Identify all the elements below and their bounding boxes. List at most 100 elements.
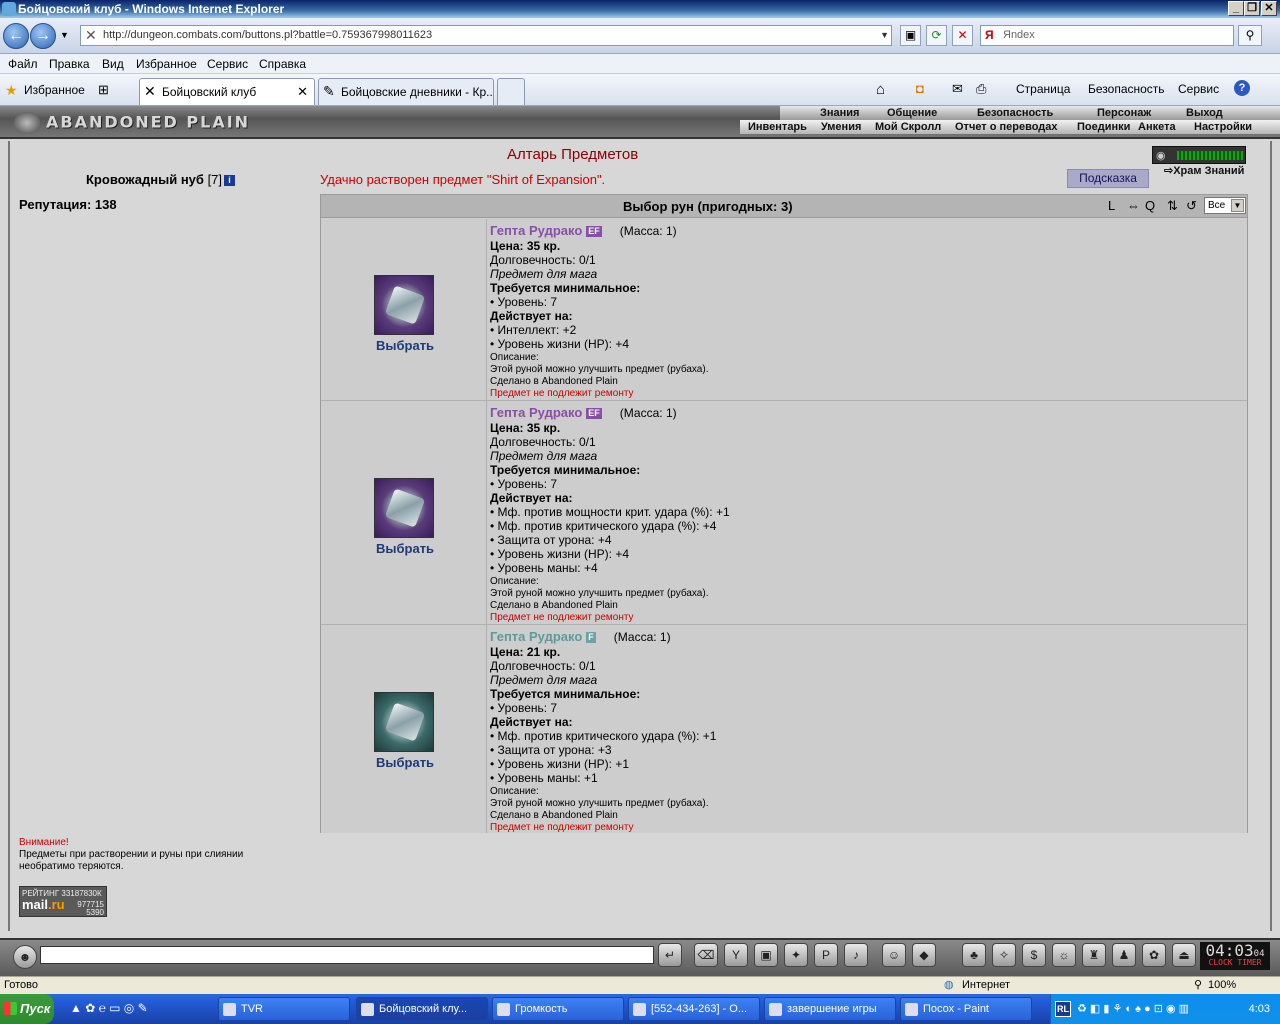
menu-favorites[interactable]: Избранное xyxy=(136,57,197,71)
send-icon[interactable]: ↵ xyxy=(658,943,682,967)
filter-icon[interactable]: Y xyxy=(724,943,748,967)
taskbar-item-combats[interactable]: Бойцовский клу... xyxy=(356,997,488,1021)
nav-inventory[interactable]: Инвентарь xyxy=(748,121,807,133)
search-input[interactable]: Я Яndex xyxy=(980,25,1234,46)
item-name[interactable]: Гепта Рудрако xyxy=(490,405,582,420)
translit-icon[interactable]: P xyxy=(814,943,838,967)
money-icon[interactable]: $ xyxy=(1022,943,1046,967)
search-button[interactable]: Q xyxy=(1145,198,1155,213)
history-dropdown-icon[interactable]: ▼ xyxy=(60,30,69,40)
zoom-icon[interactable]: ⚲ xyxy=(1194,977,1202,994)
nav-security[interactable]: Безопасность xyxy=(977,107,1053,119)
taskbar-item-paint[interactable]: Посох - Paint xyxy=(900,997,1032,1021)
filter-select[interactable]: Все ▼ xyxy=(1204,197,1246,214)
menu-help[interactable]: Справка xyxy=(259,57,306,71)
rune-image[interactable] xyxy=(374,692,434,752)
start-button[interactable]: Пуск xyxy=(0,994,54,1024)
nav-exit[interactable]: Выход xyxy=(1186,107,1223,119)
favorites-button[interactable]: Избранное xyxy=(24,83,85,97)
rune-image[interactable] xyxy=(374,275,434,335)
smiley-icon[interactable]: ☺ xyxy=(882,943,906,967)
url-field[interactable]: ✕ http://dungeon.combats.com/buttons.pl?… xyxy=(80,25,892,46)
select-link[interactable]: Выбрать xyxy=(376,755,434,770)
nav-social[interactable]: Общение xyxy=(887,107,937,119)
sound-icon[interactable]: ♪ xyxy=(844,943,868,967)
eraser-icon[interactable]: ⌫ xyxy=(694,943,718,967)
flower-icon[interactable]: ✿ xyxy=(1142,943,1166,967)
safety-menu[interactable]: Безопасность xyxy=(1088,82,1165,96)
mail-icon[interactable]: ✉ xyxy=(952,81,963,97)
home-icon[interactable]: ⌂ xyxy=(876,81,885,98)
taskbar-item-chat[interactable]: [552-434-263] - О... xyxy=(628,997,760,1021)
chat-input[interactable] xyxy=(40,946,654,964)
magic-icon[interactable]: ✧ xyxy=(992,943,1016,967)
item-name[interactable]: Гепта Рудрако xyxy=(490,629,582,644)
quicklaunch-icons[interactable]: ▲ ✿ ℮ ▭ ◎ ✎ xyxy=(70,1001,148,1015)
temple-widget[interactable]: ◉ xyxy=(1152,146,1246,164)
nav-character[interactable]: Персонаж xyxy=(1097,107,1151,119)
taskbar-item-endgame[interactable]: завершение игры xyxy=(764,997,896,1021)
forward-button[interactable]: → xyxy=(30,23,56,49)
tray-icons[interactable]: ♻ ◧ ▮ ⚘ ◐ ♠ ● ⊡ ◉ ▥ xyxy=(1077,994,1189,1024)
maximize-button[interactable]: ❐ xyxy=(1244,1,1260,16)
chat-head-icon[interactable]: ☻ xyxy=(13,945,37,969)
select-link[interactable]: Выбрать xyxy=(376,541,434,556)
menu-tools[interactable]: Сервис xyxy=(207,57,248,71)
help-icon[interactable]: ? xyxy=(1234,80,1250,96)
nav-skills[interactable]: Умения xyxy=(821,121,861,133)
tab-combats[interactable]: ✕ Бойцовский клуб ✕ xyxy=(139,78,315,105)
favorites-star-icon[interactable]: ★ xyxy=(5,82,18,99)
language-indicator[interactable]: RL xyxy=(1055,1001,1071,1017)
rune-image[interactable] xyxy=(374,478,434,538)
clan-icon[interactable]: ◆ xyxy=(912,943,936,967)
item-name[interactable]: Гепта Рудрако xyxy=(490,223,582,238)
close-button[interactable]: ✕ xyxy=(1261,1,1277,16)
info-icon[interactable]: i xyxy=(224,175,236,186)
taskbar-item-volume[interactable]: Громкость xyxy=(492,997,624,1021)
back-button[interactable]: ← xyxy=(3,23,29,49)
menu-edit[interactable]: Правка xyxy=(49,57,90,71)
print-icon[interactable]: ⎙ xyxy=(976,81,986,97)
tab-diaries[interactable]: ✎ Бойцовские дневники - Кр... xyxy=(318,78,494,105)
fighter-icon[interactable]: ✦ xyxy=(784,943,808,967)
url-dropdown-icon[interactable]: ▼ xyxy=(880,26,889,45)
new-tab-button[interactable] xyxy=(497,78,525,105)
tools-menu[interactable]: Сервис xyxy=(1178,82,1219,96)
search-icon[interactable]: ⚲ xyxy=(1238,25,1262,46)
page-menu[interactable]: Страница xyxy=(1016,82,1070,96)
mailru-rating-badge[interactable]: РЕЙТИНГ 33187830К mail.ru 977715 5390 xyxy=(19,886,107,917)
taskbar-item-tvr[interactable]: TVR xyxy=(218,997,350,1021)
helmet-icon[interactable]: ♜ xyxy=(1082,943,1106,967)
compat-view-icon[interactable]: ▣ xyxy=(900,25,921,46)
nav-settings[interactable]: Настройки xyxy=(1194,121,1252,133)
nav-battles[interactable]: Поединки xyxy=(1077,121,1130,133)
reset-button[interactable]: ↺ xyxy=(1186,198,1197,214)
mask-icon[interactable]: ☼ xyxy=(1052,943,1076,967)
hint-button[interactable]: Подсказка xyxy=(1067,169,1149,188)
exit-icon[interactable]: ⏏ xyxy=(1172,943,1196,967)
close-tab-icon[interactable]: ✕ xyxy=(297,79,308,105)
menu-view[interactable]: Вид xyxy=(102,57,124,71)
feeds-icon[interactable]: ◘ xyxy=(916,81,924,96)
select-link[interactable]: Выбрать xyxy=(376,338,434,353)
repair-note: Предмет не подлежит ремонту xyxy=(490,388,634,399)
bag-icon[interactable]: ♣ xyxy=(962,943,986,967)
minimize-button[interactable]: _ xyxy=(1228,1,1244,16)
temple-link[interactable]: ⇨Храм Знаний xyxy=(1164,164,1244,177)
nav-my-scroll[interactable]: Мой Скролл xyxy=(875,121,941,133)
group-icon[interactable]: ♟ xyxy=(1112,943,1136,967)
zoom-level[interactable]: 100% xyxy=(1208,977,1236,994)
character-name[interactable]: Кровожадный нуб [7] i xyxy=(86,172,236,187)
nav-profile[interactable]: Анкета xyxy=(1138,121,1176,133)
quick-tabs-icon[interactable]: ⊞ xyxy=(98,82,109,98)
nav-transfers[interactable]: Отчет о переводах xyxy=(955,121,1058,133)
refresh-icon[interactable]: ⟳ xyxy=(926,25,947,46)
sort-order-button[interactable]: ⇅ xyxy=(1167,198,1178,214)
nav-knowledge[interactable]: Знания xyxy=(820,107,859,119)
menu-file[interactable]: Файл xyxy=(8,57,38,71)
stop-icon[interactable]: ✕ xyxy=(952,25,973,46)
sort-level-button[interactable]: L xyxy=(1108,198,1115,213)
effect-line: • Уровень жизни (HP): +4 xyxy=(490,547,630,561)
save-icon[interactable]: ▣ xyxy=(754,943,778,967)
sort-width-button[interactable]: ⇔ xyxy=(1127,198,1140,213)
